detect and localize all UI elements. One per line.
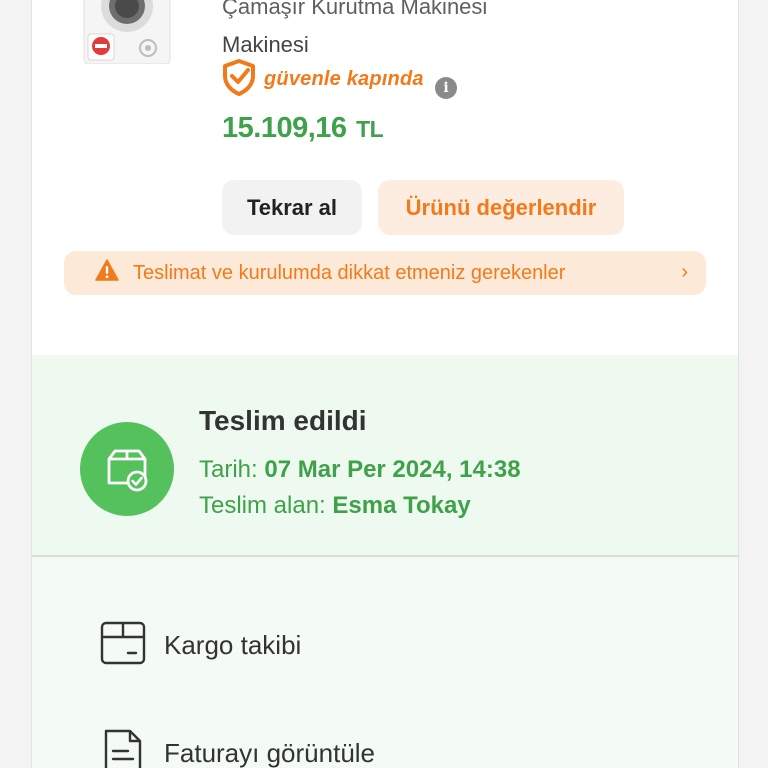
delivery-warning-banner[interactable]: Teslimat ve kurulumda dikkat etmeniz ger… [64, 251, 706, 295]
cargo-tracking-label: Kargo takibi [164, 630, 302, 660]
secure-delivery-badge: güvenle kapında [220, 58, 424, 100]
delivery-date-value: 07 Mar Per 2024, 14:38 [264, 456, 521, 483]
delivery-warning-label: Teslimat ve kurulumda dikkat etmeniz ger… [133, 261, 566, 284]
secure-delivery-label: güvenle kapında [264, 67, 424, 90]
delivery-receiver-label: Teslim alan: [199, 492, 326, 519]
view-invoice-label: Faturayı görüntüle [164, 738, 376, 768]
product-title[interactable]: Çamaşır Kurutma Makinesi Makinesi [222, 0, 702, 64]
info-icon[interactable]: i [435, 77, 457, 99]
buy-again-button[interactable]: Tekrar al [222, 180, 362, 235]
delivery-status-panel: Teslim edildi Tarih: 07 Mar Per 2024, 14… [32, 355, 738, 557]
product-title-line-1: Çamaşır Kurutma Makinesi [222, 0, 488, 19]
delivery-receiver-value: Esma Tokay [332, 492, 471, 519]
warning-triangle-icon [95, 259, 119, 287]
delivery-date: Tarih: 07 Mar Per 2024, 14:38 [199, 456, 521, 484]
order-actions-list: Kargo takibi Faturayı görüntüle [32, 557, 738, 768]
delivery-date-label: Tarih: [199, 456, 258, 483]
price-value: 15.109,16 [222, 112, 347, 144]
shield-check-icon [220, 58, 258, 101]
order-detail-card: Çamaşır Kurutma Makinesi Makinesi güvenl… [31, 0, 739, 768]
delivery-receiver: Teslim alan: Esma Tokay [199, 492, 471, 520]
package-icon [100, 621, 146, 670]
view-invoice-item[interactable]: Faturayı görüntüle [100, 729, 375, 768]
product-price: 15.109,16 TL [222, 112, 384, 145]
cargo-tracking-item[interactable]: Kargo takibi [100, 621, 301, 670]
price-currency: TL [356, 116, 384, 142]
document-icon [100, 729, 146, 768]
box-check-icon [80, 422, 174, 516]
rate-product-button[interactable]: Ürünü değerlendir [378, 180, 624, 235]
chevron-right-icon: › [681, 261, 688, 283]
delivery-status-title: Teslim edildi [199, 405, 367, 436]
product-image[interactable] [82, 0, 172, 64]
